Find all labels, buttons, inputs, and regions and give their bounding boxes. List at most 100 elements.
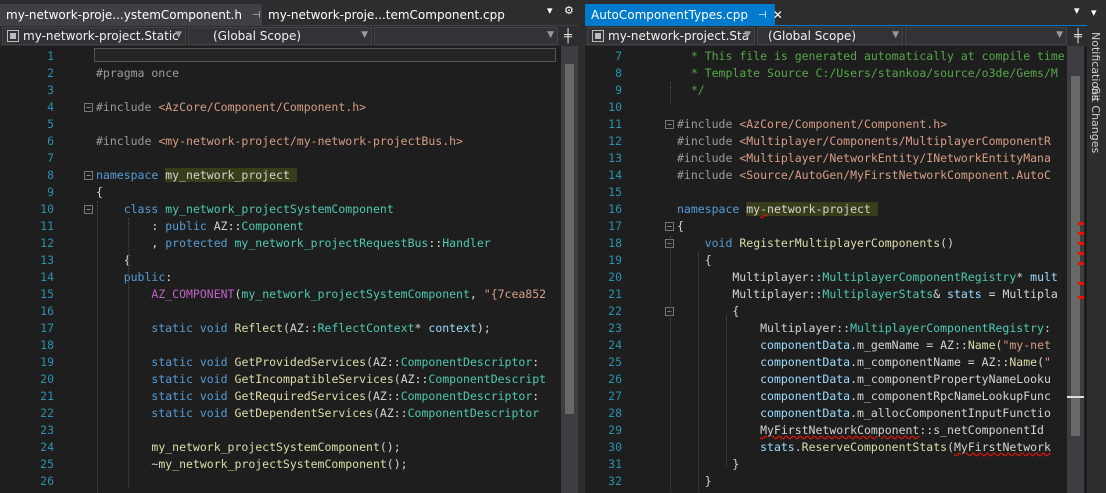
scope-combo[interactable]: (Global Scope) ▼ [188,27,372,45]
tab-auto-component-types-cpp[interactable]: AutoComponentTypes.cpp ⊣ ✕ [585,4,783,26]
code-line[interactable]: 28 componentData.m_allocComponentInputFu… [585,405,1087,422]
collapse-toggle-icon[interactable]: − [84,171,93,180]
code-text: { [677,253,712,267]
tab-list-dropdown-icon[interactable]: ▾ [547,4,553,17]
code-line[interactable]: 15 AZ_COMPONENT(my_network_projectSystem… [0,286,578,303]
gear-icon[interactable]: ⚙ [564,4,574,17]
code-line[interactable]: 15 [585,184,1087,201]
line-number: 10 [608,100,622,114]
tab-system-component-h[interactable]: my-network-proje...ystemComponent.h ⊣ [0,4,262,26]
left-code-editor[interactable]: 1 2 #pragma once 3 4− #include <AzCore/Compon… [0,46,578,493]
line-number: 25 [608,355,622,369]
code-line[interactable]: 25 componentData.m_componentName = AZ::N… [585,354,1087,371]
line-number: 25 [40,457,54,471]
scope-combo[interactable]: (Global Scope) ▼ [757,27,903,45]
code-line[interactable]: 12 #include <Multiplayer/Components/Multi… [585,133,1087,150]
code-line[interactable]: 31 } [585,456,1087,473]
tab-system-component-cpp[interactable]: my-network-proje...temComponent.cpp [262,4,505,26]
code-line[interactable]: 4 − #include <AzCore/Component/Component.h… [0,99,578,116]
code-line[interactable]: 17 static void Reflect(AZ::ReflectContex… [0,320,578,337]
code-line[interactable]: 14 #include <Source/AutoGen/MyFirstNetwor… [585,167,1087,184]
indent-guide [698,252,699,492]
split-window-icon[interactable]: ╪ [559,27,577,45]
code-line[interactable]: 2 #pragma once [0,65,578,82]
git-changes-tab[interactable]: Git Changes [1089,86,1102,153]
code-line[interactable]: 18 [0,337,578,354]
code-line[interactable]: 12 , protected my_network_projectRequest… [0,235,578,252]
code-line[interactable]: 22− { [585,303,1087,320]
code-line[interactable]: 24 my_network_projectSystemComponent(); [0,439,578,456]
code-line[interactable]: 20 static void GetIncompatibleServices(A… [0,371,578,388]
code-line[interactable]: 13 { [0,252,578,269]
code-line[interactable]: 3 [0,82,578,99]
code-line[interactable]: 18− void RegisterMultiplayerComponents() [585,235,1087,252]
code-line[interactable]: 25 ~my_network_projectSystemComponent(); [0,456,578,473]
code-line[interactable]: 26 componentData.m_componentPropertyName… [585,371,1087,388]
code-line[interactable]: 20 Multiplayer::MultiplayerComponentRegi… [585,269,1087,286]
code-line[interactable]: 32 } [585,473,1087,490]
scrollbar-thumb[interactable] [1071,76,1080,436]
code-line[interactable]: 16 [0,303,578,320]
code-line[interactable]: 21 Multiplayer::MultiplayerStats& stats … [585,286,1087,303]
code-line[interactable]: 11 : public AZ::Component [0,218,578,235]
code-line[interactable]: 6 #include <my-network-project/my-network… [0,133,578,150]
code-line[interactable]: 10 [585,99,1087,116]
collapse-toggle-icon[interactable]: − [665,120,674,129]
code-line[interactable]: 7 * This file is generated automatically… [585,48,1087,65]
pin-icon[interactable]: ⊣ [758,10,767,21]
member-combo[interactable]: ▼ [905,27,1067,45]
code-line[interactable]: 8 − namespace my_network_project [0,167,578,184]
sidebar-dropdown-icon[interactable]: ▾ [1091,6,1097,19]
left-vertical-scrollbar[interactable] [561,46,578,493]
code-line[interactable]: 26 [0,473,578,490]
code-line[interactable]: 10 − class my_network_projectSystemCompon… [0,201,578,218]
chevron-down-icon: ▼ [744,30,751,40]
member-combo[interactable]: ▼ [374,27,558,45]
code-line[interactable]: 23 [0,422,578,439]
project-combo[interactable]: my-network-project.Static ▼ [2,27,186,45]
code-line[interactable]: 14 public: [0,269,578,286]
right-vertical-scrollbar[interactable] [1067,46,1084,493]
code-line[interactable]: 19 static void GetProvidedServices(AZ::C… [0,354,578,371]
code-line[interactable]: 9 */ [585,82,1087,99]
scrollbar-thumb[interactable] [565,64,574,414]
line-number: 7 [615,49,622,63]
collapse-toggle-icon[interactable]: − [665,222,674,231]
code-line[interactable]: 5 [0,116,578,133]
collapse-toggle-icon[interactable]: − [84,205,93,214]
error-marker [1078,252,1084,255]
code-line[interactable]: 7 [0,150,578,167]
line-number: 8 [615,66,622,80]
collapse-toggle-icon[interactable]: − [84,103,93,112]
code-line[interactable]: 30 stats.ReserveComponentStats(MyFirstNe… [585,439,1087,456]
code-line[interactable]: 21 static void GetRequiredServices(AZ::C… [0,388,578,405]
line-number: 21 [608,287,622,301]
split-window-icon[interactable]: ╪ [1069,27,1087,45]
error-marker [1078,282,1084,285]
code-line[interactable]: 29 MyFirstNetworkComponent::s_netCompone… [585,422,1087,439]
line-number: 32 [608,474,622,488]
code-line[interactable]: 16 namespace my-network-project [585,201,1087,218]
chevron-down-icon: ▼ [361,30,368,40]
code-line[interactable]: 9{ [0,184,578,201]
code-line[interactable]: 22 static void GetDependentServices(AZ::… [0,405,578,422]
code-text: , protected my_network_projectRequestBus… [96,236,491,250]
code-line[interactable]: 24 componentData.m_gemName = AZ::Name("m… [585,337,1087,354]
code-line[interactable]: 23 Multiplayer::MultiplayerComponentRegi… [585,320,1087,337]
pane-splitter[interactable] [578,0,585,493]
code-line[interactable]: 11 − #include <AzCore/Component/Component.… [585,116,1087,133]
code-line[interactable]: 13 #include <Multiplayer/NetworkEntity/IN… [585,150,1087,167]
close-icon[interactable]: ✕ [773,8,783,22]
code-line[interactable]: 1 [0,48,578,65]
code-line[interactable]: 19 { [585,252,1087,269]
line-number: 22 [40,406,54,420]
project-combo[interactable]: my-network-project.Sta ▼ [587,27,755,45]
code-line[interactable]: 27 componentData.m_componentRpcNameLooku… [585,388,1087,405]
tab-list-dropdown-icon[interactable]: ▾ [1074,4,1080,17]
right-code-editor[interactable]: 7 * This file is generated automatically… [585,46,1087,493]
pin-icon[interactable]: ⊣ [252,10,261,21]
code-text: #include <Multiplayer/NetworkEntity/INet… [677,151,1051,165]
line-number: 15 [608,185,622,199]
code-line[interactable]: 17 −{ [585,218,1087,235]
code-line[interactable]: 8 * Template Source C:/Users/stankoa/sou… [585,65,1087,82]
